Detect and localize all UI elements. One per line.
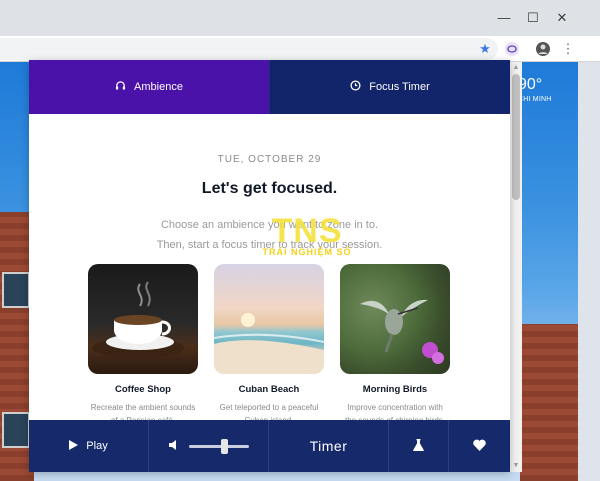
tab-focus-timer-label: Focus Timer <box>369 81 430 93</box>
card-description-line: Improve concentration with <box>347 403 443 412</box>
menu-kebab-icon[interactable]: ⋮ <box>559 40 577 58</box>
play-label: Play <box>86 440 108 452</box>
scroll-up-icon[interactable]: ▲ <box>512 64 520 72</box>
card-morning-birds[interactable]: Morning Birds Improve concentration with… <box>340 264 450 427</box>
weather-city: CHI MINH <box>518 96 552 103</box>
building-window <box>2 272 30 308</box>
building-right <box>520 324 578 481</box>
tab-ambience-label: Ambience <box>134 81 183 93</box>
weather-widget: 90° CHI MINH <box>518 76 552 103</box>
beach-image <box>214 264 324 374</box>
popup-tabs: Ambience Focus Timer <box>29 60 510 114</box>
card-title: Morning Birds <box>362 384 428 395</box>
building-window <box>2 412 30 448</box>
volume-slider-handle[interactable] <box>221 438 228 454</box>
play-button[interactable]: Play <box>29 420 149 472</box>
browser-toolbar: ★ ⋮ <box>0 36 600 62</box>
instructions-line-1: Choose an ambience you want to zone in t… <box>160 219 379 231</box>
bookmark-star-icon[interactable]: ★ <box>476 40 494 58</box>
address-bar[interactable] <box>0 38 498 60</box>
scroll-down-icon[interactable]: ▼ <box>512 462 520 470</box>
clock-icon <box>350 80 361 94</box>
card-description-line: Get teleported to a peaceful <box>219 403 319 412</box>
maximize-icon[interactable]: ☐ <box>523 8 543 28</box>
volume-icon <box>168 439 181 454</box>
volume-slider[interactable] <box>188 438 249 454</box>
browser-titlebar: — ☐ ✕ <box>0 0 600 36</box>
popup-content: TUE, OCTOBER 29 Let's get focused. Choos… <box>29 114 510 425</box>
scrollbar-thumb[interactable] <box>512 74 520 200</box>
weather-temperature: 90° <box>518 76 543 93</box>
tab-ambience[interactable]: Ambience <box>29 60 270 114</box>
volume-control[interactable] <box>149 420 269 472</box>
card-description-line: Recreate the ambient sounds <box>90 403 196 412</box>
flask-icon <box>413 438 424 454</box>
timer-button[interactable]: Timer <box>269 420 389 472</box>
coffee-cup-image <box>88 264 198 374</box>
card-title: Cuban Beach <box>238 384 300 395</box>
play-icon <box>69 439 79 453</box>
extension-icon[interactable] <box>503 40 521 58</box>
page-title: Let's get focused. <box>201 180 338 197</box>
card-coffee-shop[interactable]: Coffee Shop Recreate the ambient sounds … <box>88 264 198 427</box>
close-icon[interactable]: ✕ <box>552 8 572 28</box>
date-label: TUE, OCTOBER 29 <box>217 154 322 165</box>
heart-icon <box>473 439 486 454</box>
ambience-cards: Coffee Shop Recreate the ambient sounds … <box>88 264 450 427</box>
tab-focus-timer[interactable]: Focus Timer <box>270 60 510 114</box>
instructions-line-2: Then, start a focus timer to track your … <box>156 239 383 251</box>
hummingbird-image <box>340 264 450 374</box>
mix-button[interactable] <box>389 420 449 472</box>
instructions: Choose an ambience you want to zone in t… <box>29 215 510 255</box>
card-cuban-beach[interactable]: Cuban Beach Get teleported to a peaceful… <box>214 264 324 427</box>
extension-popup: Ambience Focus Timer TUE, OCTOBER 29 Let… <box>29 60 510 472</box>
headphones-icon <box>115 80 126 94</box>
card-title: Coffee Shop <box>115 384 171 395</box>
minimize-icon[interactable]: — <box>494 8 514 28</box>
popup-scrollbar[interactable]: ▲ ▼ <box>510 62 522 472</box>
player-bar: Play Timer <box>29 420 510 472</box>
profile-avatar-icon[interactable] <box>534 40 552 58</box>
favorite-button[interactable] <box>449 420 510 472</box>
timer-label: Timer <box>309 438 348 454</box>
